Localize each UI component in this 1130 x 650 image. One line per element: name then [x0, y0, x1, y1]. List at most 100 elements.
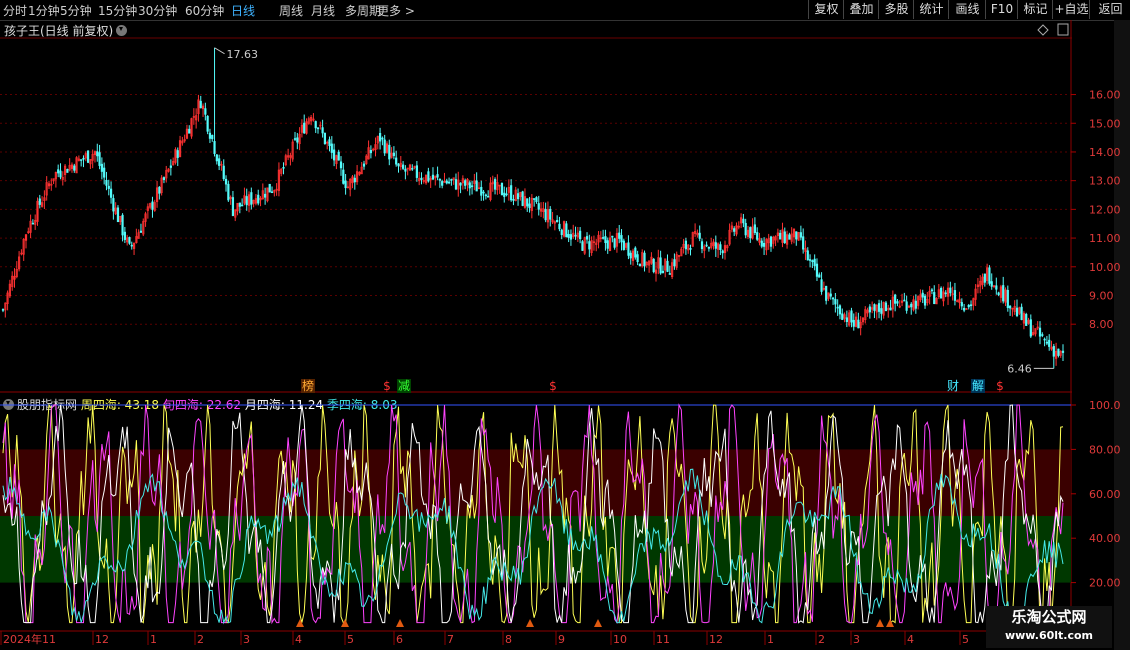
candle-body: [227, 183, 230, 201]
candle-body: [852, 319, 855, 327]
candle-body: [995, 285, 998, 290]
candle-body: [450, 179, 453, 181]
candle-body: [73, 165, 76, 171]
candle-body: [604, 236, 607, 244]
date-axis-label: 4: [295, 633, 302, 646]
candle-body: [296, 137, 299, 143]
candle-body: [806, 250, 809, 261]
candle-body: [983, 273, 986, 283]
candle-body: [516, 193, 520, 200]
high-pointer: [214, 47, 225, 55]
candle-body: [960, 302, 963, 307]
candle-body: [558, 223, 561, 230]
candle-body: [795, 231, 798, 240]
candle-body: [831, 297, 835, 300]
date-axis-label: 6: [396, 633, 403, 646]
candle-body: [613, 238, 616, 248]
candle-body: [611, 235, 614, 238]
candle-body: [880, 308, 883, 314]
candle-body: [250, 192, 253, 205]
date-axis-label: 5: [962, 633, 969, 646]
candle-body: [698, 232, 701, 239]
candle-body: [526, 198, 529, 207]
candle-body: [121, 214, 124, 236]
candle-body: [565, 223, 568, 238]
candle-body: [1041, 334, 1044, 336]
candle-body: [990, 281, 993, 287]
candle-body: [825, 285, 828, 301]
candle-body: [620, 235, 623, 243]
candle-body: [222, 165, 225, 180]
watermark-url: www.60lt.com: [1004, 629, 1094, 642]
candle-body: [896, 301, 899, 304]
candle-body: [215, 154, 218, 162]
candle-body: [1048, 339, 1051, 347]
candle-body: [493, 179, 497, 190]
candle-body: [905, 301, 908, 311]
candle-body: [818, 274, 821, 278]
date-axis-label: 2: [197, 633, 204, 646]
candle-body: [321, 127, 324, 134]
candle-body: [802, 236, 805, 250]
candle-body: [401, 164, 405, 169]
candle-body: [211, 134, 214, 140]
candle-body: [721, 250, 724, 254]
date-axis-label: 3: [853, 633, 860, 646]
candle-body: [638, 263, 642, 267]
candle-body: [404, 168, 407, 172]
candle-body: [588, 241, 591, 250]
candle-body: [753, 224, 756, 233]
candle-body: [107, 185, 110, 189]
candle-body: [585, 236, 589, 240]
candle-body: [388, 144, 391, 160]
candle-body: [487, 195, 490, 198]
bottom-signal-marker: [876, 619, 884, 627]
candle-body: [622, 240, 625, 250]
price-tick-label: 8.00: [1089, 318, 1114, 331]
candle-body: [1025, 313, 1028, 326]
candle-body: [556, 220, 559, 223]
candle-body: [470, 185, 474, 188]
candle-body: [1015, 307, 1019, 317]
candle-body: [105, 180, 108, 186]
date-axis-label: 8: [505, 633, 512, 646]
candle-body: [535, 197, 538, 203]
candle-body: [808, 259, 812, 261]
indicator-tick-label: 40.00: [1089, 532, 1121, 545]
candle-body: [337, 151, 340, 161]
candle-body: [510, 185, 513, 201]
candle-body: [378, 133, 382, 142]
candle-body: [659, 257, 662, 274]
candle-body: [742, 218, 745, 224]
candle-body: [82, 157, 85, 160]
candle-body: [643, 252, 646, 267]
candle-body: [362, 163, 366, 167]
candle-body: [100, 163, 103, 172]
candle-body: [544, 209, 547, 221]
candle-body: [353, 177, 356, 183]
date-axis-label: 5: [347, 633, 354, 646]
candle-body: [59, 170, 62, 178]
candle-body: [482, 191, 485, 194]
price-tick-label: 13.00: [1089, 175, 1121, 188]
candle-body: [96, 151, 99, 157]
candle-body: [567, 233, 570, 238]
candle-body: [293, 138, 297, 140]
candle-body: [988, 267, 991, 284]
candle-body: [719, 244, 722, 251]
candle-body: [333, 149, 336, 161]
candle-body: [80, 159, 83, 161]
bottom-signal-marker: [594, 619, 602, 627]
candle-body: [383, 139, 386, 154]
candle-body: [503, 192, 506, 197]
bottom-signal-marker: [526, 619, 534, 627]
candle-body: [884, 302, 888, 312]
date-axis-label: 4: [907, 633, 914, 646]
date-axis-label: 1: [150, 633, 157, 646]
candle-body: [241, 204, 244, 207]
price-tick-label: 11.00: [1089, 232, 1121, 245]
candle-body: [1020, 306, 1023, 320]
date-axis-label: 9: [558, 633, 565, 646]
candle-body: [112, 198, 115, 212]
candle-body: [128, 237, 131, 244]
